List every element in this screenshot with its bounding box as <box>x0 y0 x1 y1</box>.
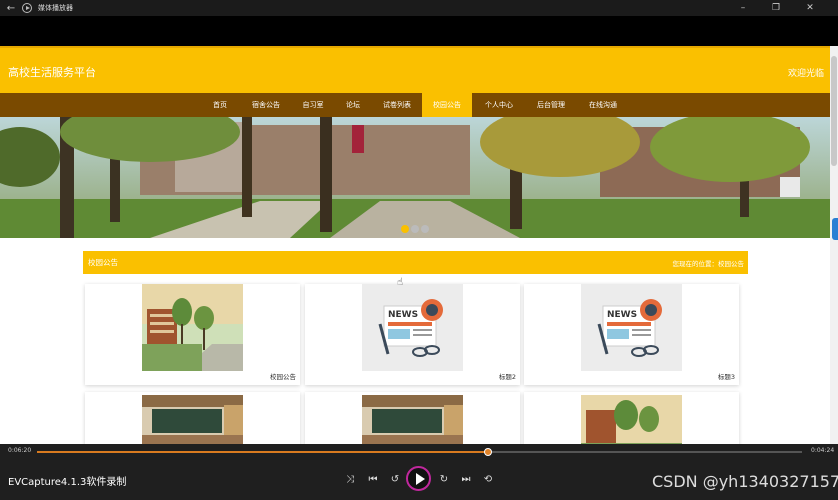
elapsed-time: 0:06:20 <box>8 447 32 454</box>
campus-building-image <box>142 284 243 371</box>
back-arrow-icon[interactable]: ← <box>0 3 22 14</box>
progress-fill <box>37 451 489 453</box>
banner-carousel-image <box>0 117 830 238</box>
news-illustration-image: NEWS <box>362 284 463 371</box>
site-title: 高校生活服务平台 <box>8 66 96 79</box>
scrollbar-thumb[interactable] <box>831 56 837 166</box>
repeat-icon[interactable]: ⟲ <box>478 469 498 489</box>
nav-item-personal-center[interactable]: 个人中心 <box>479 93 519 117</box>
nav-item-forum[interactable]: 论坛 <box>338 93 368 117</box>
campus-building-image <box>581 395 682 444</box>
classroom-image <box>142 395 243 444</box>
svg-text:NEWS: NEWS <box>607 310 637 320</box>
minimize-icon[interactable]: – <box>730 0 756 16</box>
breadcrumb: 您现在的位置：校园公告 <box>672 260 745 268</box>
rewind-icon[interactable]: ↺ <box>385 469 405 489</box>
card-caption: 标题2 <box>498 373 516 381</box>
notice-card[interactable] <box>85 392 300 444</box>
svg-text:NEWS: NEWS <box>388 310 418 320</box>
progress-bar[interactable] <box>37 448 802 456</box>
page-scrollbar[interactable] <box>830 46 838 444</box>
carousel-dot-2[interactable] <box>411 225 419 233</box>
notice-card[interactable]: NEWS 标题3 <box>524 284 739 385</box>
progress-knob[interactable] <box>484 448 493 456</box>
nav-item-exam-list[interactable]: 试卷列表 <box>376 93 418 117</box>
carousel-dot-3[interactable] <box>421 225 429 233</box>
carousel-dot-1[interactable] <box>401 225 409 233</box>
card-caption: 校园公告 <box>270 373 296 381</box>
site-header: 高校生活服务平台 欢迎光临 <box>0 46 838 93</box>
play-icon[interactable] <box>406 466 431 491</box>
media-player-app-icon <box>22 3 32 13</box>
shuffle-icon[interactable]: ⤨ <box>340 469 360 489</box>
nav-item-study-room[interactable]: 自习室 <box>296 93 330 117</box>
notice-card[interactable]: 校园公告 <box>85 284 300 385</box>
forward-icon[interactable]: ↻ <box>434 469 454 489</box>
news-illustration-image: NEWS <box>581 284 682 371</box>
card-caption: 标题3 <box>717 373 735 381</box>
notice-card[interactable]: NEWS 标题2 <box>305 284 520 385</box>
classroom-image <box>362 395 463 444</box>
nav-item-dorm-notice[interactable]: 宿舍公告 <box>246 93 286 117</box>
previous-icon[interactable]: ⏮ <box>363 469 383 489</box>
close-icon[interactable]: ✕ <box>797 0 823 16</box>
video-letterbox <box>0 16 838 46</box>
main-nav: 首页 宿舍公告 自习室 论坛 试卷列表 校园公告 个人中心 后台管理 在线沟通 <box>0 93 838 117</box>
web-page: 高校生活服务平台 欢迎光临 首页 宿舍公告 自习室 论坛 试卷列表 校园公告 个… <box>0 46 838 444</box>
nav-item-campus-notice[interactable]: 校园公告 <box>422 93 472 117</box>
nav-item-admin[interactable]: 后台管理 <box>530 93 572 117</box>
notice-card[interactable] <box>524 392 739 444</box>
mouse-cursor-icon: ☝ <box>397 277 404 288</box>
side-float-tab[interactable] <box>832 218 838 240</box>
maximize-icon[interactable]: ❐ <box>763 0 789 16</box>
recording-software-label: EVCapture4.1.3软件录制 <box>8 477 127 488</box>
watermark-text: CSDN @yh1340327157 <box>652 472 838 491</box>
notice-section-title: 校园公告 <box>88 258 118 267</box>
welcome-text: 欢迎光临 <box>787 69 824 79</box>
total-time: 0:04:24 <box>811 447 835 454</box>
nav-item-online-chat[interactable]: 在线沟通 <box>582 93 624 117</box>
window-title: 媒体播放器 <box>38 4 73 12</box>
notice-card[interactable] <box>305 392 520 444</box>
notice-section-header: 校园公告 您现在的位置：校园公告 <box>83 251 748 274</box>
next-icon[interactable]: ⏭ <box>456 469 476 489</box>
window-titlebar: ← 媒体播放器 – ❐ ✕ <box>0 0 838 16</box>
nav-item-home[interactable]: 首页 <box>203 93 237 117</box>
